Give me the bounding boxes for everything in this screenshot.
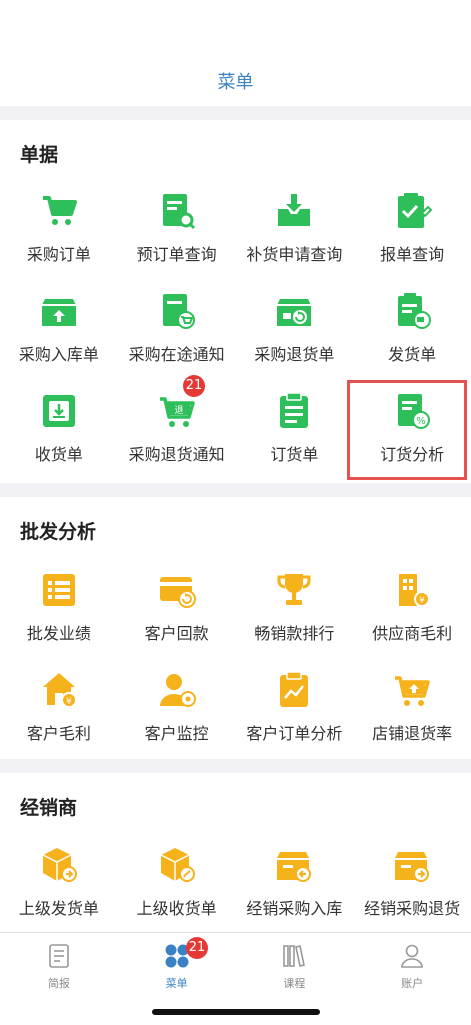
section-wholesale-analysis: 批发分析 批发业绩 客户回款 畅销款排行 ¥ 供应商毛利 ¥ 客户毛利 客户监控…: [0, 497, 471, 759]
menu-item-purchase-return[interactable]: 采购退货单: [236, 283, 354, 383]
building-icon: ¥: [399, 574, 431, 607]
menu-item-purchase-transit[interactable]: 采购在途通知: [118, 283, 236, 383]
menu-item-label: 经销采购入库: [246, 899, 343, 918]
menu-item-label: 采购在途通知: [128, 345, 225, 364]
wholesale-grid: 批发业绩 客户回款 畅销款排行 ¥ 供应商毛利 ¥ 客户毛利 客户监控 客户订单…: [0, 562, 471, 762]
menu-item-wholesale-performance[interactable]: 批发业绩: [0, 562, 118, 662]
person-icon: [401, 944, 423, 968]
box-in-icon: [41, 299, 76, 326]
svg-text:退: 退: [174, 405, 183, 416]
distributor-grid: 上级发货单 上级收货单 经销采购入库 经销采购退货: [0, 837, 471, 937]
box-send-icon: [42, 848, 77, 882]
menu-item-store-return-rate[interactable]: 店铺退货率: [353, 662, 471, 762]
menu-item-label: 订货单: [270, 445, 319, 464]
menu-item-label: 畅销款排行: [254, 624, 335, 643]
tab-label: 菜单: [165, 977, 188, 990]
menu-item-label: 采购入库单: [18, 345, 99, 364]
box-out-icon: [395, 852, 430, 882]
cart-return-icon: 退: [159, 397, 195, 427]
menu-item-report-query[interactable]: 报单查询: [353, 183, 471, 283]
menu-item-purchase-order[interactable]: 采购订单: [0, 183, 118, 283]
report-icon: [49, 944, 69, 968]
books-icon: [283, 945, 306, 967]
menu-item-customer-payment[interactable]: 客户回款: [118, 562, 236, 662]
doc-edit-icon: [398, 193, 433, 228]
menu-item-label: 经销采购退货: [364, 899, 461, 918]
menu-item-order-form[interactable]: 订货单: [236, 383, 354, 483]
section-distributor: 经销商 上级发货单 上级收货单 经销采购入库 经销采购退货: [0, 773, 471, 933]
menu-item-purchase-inbound[interactable]: 采购入库单: [0, 283, 118, 383]
receive-icon: [42, 395, 75, 427]
menu-item-label: 客户回款: [144, 624, 209, 643]
tab-label: 简报: [47, 977, 70, 990]
menu-item-upstream-delivery[interactable]: 上级发货单: [0, 837, 118, 937]
svg-text:¥: ¥: [66, 697, 72, 707]
menu-item-label: 预订单查询: [136, 245, 217, 264]
user-watch-icon: [159, 674, 196, 707]
menu-item-customer-monitor[interactable]: 客户监控: [118, 662, 236, 762]
menu-item-receipt[interactable]: 收货单: [0, 383, 118, 483]
list-icon: [42, 574, 75, 606]
menu-item-label: 补货申请查询: [246, 245, 343, 264]
tab-menu[interactable]: 21 菜单: [118, 933, 236, 1003]
menu-item-label: 采购订单: [26, 245, 91, 264]
box-in2-icon: [277, 852, 312, 882]
tab-label: 账户: [401, 977, 424, 990]
menu-item-restock-request[interactable]: 补货申请查询: [236, 183, 354, 283]
tab-report[interactable]: 简报: [0, 933, 118, 1003]
doc-truck-icon: [398, 293, 432, 329]
menu-item-delivery-note[interactable]: 发货单: [353, 283, 471, 383]
menu-item-purchase-return-notice[interactable]: 退 21 采购退货通知: [118, 375, 236, 483]
house-money-icon: ¥: [42, 673, 77, 708]
menu-item-label: 店铺退货率: [372, 724, 453, 743]
menu-item-label: 供应商毛利: [372, 624, 453, 643]
clipboard-chart-icon: [280, 671, 309, 707]
menu-item-label: 批发业绩: [26, 624, 91, 643]
menu-item-label: 上级收货单: [136, 899, 217, 918]
menu-item-customer-margin[interactable]: ¥ 客户毛利: [0, 662, 118, 762]
menu-item-label: 报单查询: [380, 245, 445, 264]
tab-courses[interactable]: 课程: [236, 933, 354, 1003]
menu-item-label: 上级发货单: [18, 899, 99, 918]
menu-item-distribution-purchase-return[interactable]: 经销采购退货: [353, 837, 471, 937]
tab-badge: 21: [185, 937, 209, 959]
section-title: 经销商: [20, 797, 78, 819]
menu-item-distribution-purchase-in[interactable]: 经销采购入库: [236, 837, 354, 937]
menu-item-customer-order-analysis[interactable]: 客户订单分析: [236, 662, 354, 762]
trophy-icon: [277, 574, 311, 605]
menu-item-label: 发货单: [388, 345, 437, 364]
menu-item-preorder-query[interactable]: 预订单查询: [118, 183, 236, 283]
menu-item-supplier-margin[interactable]: ¥ 供应商毛利: [353, 562, 471, 662]
home-indicator[interactable]: [152, 1009, 320, 1015]
tab-account[interactable]: 账户: [353, 933, 471, 1003]
top-bar: 菜单: [0, 0, 471, 106]
menu-item-label: 客户订单分析: [246, 724, 343, 743]
highlight-box: [347, 380, 467, 480]
clipboard-icon: [280, 392, 309, 428]
box-receive-icon: [160, 848, 195, 882]
notification-badge: 21: [182, 375, 206, 397]
tray-download-icon: [278, 194, 311, 226]
menu-item-label: 客户毛利: [26, 724, 91, 743]
card-return-icon: [159, 577, 196, 608]
page-title: 菜单: [217, 72, 254, 93]
menu-item-label: 采购退货单: [254, 345, 335, 364]
tab-label: 课程: [283, 977, 306, 990]
doc-cart-icon: [162, 294, 195, 329]
cart-up-icon: [395, 676, 430, 706]
menu-item-label: 收货单: [34, 445, 83, 464]
doc-search-icon: [162, 194, 195, 230]
menu-item-label: 客户监控: [144, 724, 209, 743]
section-title: 批发分析: [20, 521, 97, 543]
section-title: 单据: [20, 144, 59, 166]
box-return-icon: [277, 299, 312, 326]
menu-item-upstream-receipt[interactable]: 上级收货单: [118, 837, 236, 937]
cart-icon: [42, 196, 77, 225]
svg-text:¥: ¥: [419, 596, 425, 606]
menu-item-bestseller-ranking[interactable]: 畅销款排行: [236, 562, 354, 662]
menu-item-label: 采购退货通知: [128, 445, 225, 464]
